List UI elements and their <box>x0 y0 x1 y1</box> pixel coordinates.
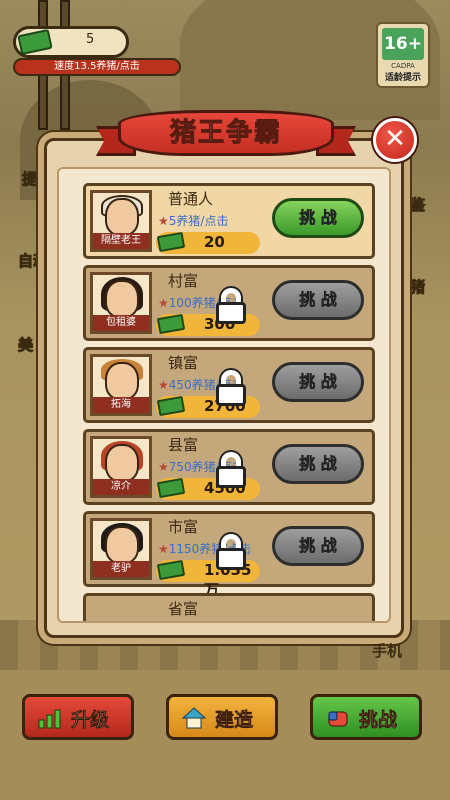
star-icon: ★ <box>158 378 169 392</box>
challenge-nav-label: 挑战 <box>359 709 398 732</box>
fist-icon <box>328 711 348 727</box>
side-button-peek[interactable]: 猪 <box>409 276 425 297</box>
rank-title: 村富 <box>168 272 199 290</box>
side-button-peek[interactable]: 美 <box>17 334 33 355</box>
age-rating: 16+ <box>382 28 424 60</box>
face <box>105 198 139 236</box>
face <box>105 526 139 564</box>
close-icon[interactable]: ✕ <box>373 118 417 162</box>
npc-name: 凉介 <box>93 479 149 495</box>
speed-indicator: 速度13.5养猪/点击 <box>13 58 181 76</box>
lock-icon <box>216 288 246 324</box>
rank-title: 镇富 <box>168 354 199 372</box>
house-icon <box>181 707 207 729</box>
cash-icon <box>156 477 186 499</box>
money-value: 5 <box>86 32 95 47</box>
chart-up-icon <box>38 709 61 729</box>
npc-portrait: 包租婆 <box>90 272 152 334</box>
star-icon: ★ <box>158 542 169 556</box>
npc-name: 隔壁老王 <box>93 233 149 249</box>
rank-row: 凉介 县富 ★750养猪/点击 4500 挑 战 <box>83 429 375 505</box>
lock-icon <box>216 452 246 488</box>
challenge-button[interactable]: 挑 战 <box>272 526 364 566</box>
rank-title: 普通人 <box>168 190 214 208</box>
side-label: 手机 <box>372 642 403 660</box>
cost-value: 20 <box>204 233 225 251</box>
rating-tip: 适龄提示 <box>384 73 421 83</box>
speed-text: 5养猪/点击 <box>168 214 229 228</box>
build-label: 建造 <box>215 709 254 732</box>
npc-name: 老驴 <box>93 561 149 577</box>
challenge-button[interactable]: 挑 战 <box>272 444 364 484</box>
npc-name: 拓海 <box>93 397 149 413</box>
rank-row: 包租婆 村富 ★100养猪/点击 300 挑 战 <box>83 265 375 341</box>
challenge-button[interactable]: 挑 战 <box>272 198 364 238</box>
face <box>105 444 139 482</box>
cash-icon <box>156 231 186 253</box>
rank-title: 省富 <box>168 600 199 618</box>
dialog-title: 猪王争霸 <box>118 110 334 156</box>
rank-title: 市富 <box>168 518 199 536</box>
side-button-peek[interactable]: 鉴 <box>409 194 425 215</box>
face <box>105 280 139 318</box>
face <box>105 362 139 400</box>
challenge-dialog: 隔壁老王 普通人 ★5养猪/点击 20 挑 战 包租婆 村富 ★100养猪/点击… <box>44 138 404 638</box>
title-ribbon: 猪王争霸 <box>96 104 356 164</box>
cash-icon <box>17 28 53 56</box>
star-icon: ★ <box>158 460 169 474</box>
challenge-nav-button[interactable]: 挑战 <box>310 694 422 740</box>
star-icon: ★ <box>158 214 169 228</box>
npc-portrait: 老驴 <box>90 518 152 580</box>
npc-portrait: 凉介 <box>90 436 152 498</box>
cash-icon <box>156 313 186 335</box>
npc-name: 包租婆 <box>93 315 149 331</box>
rank-row: 隔壁老王 普通人 ★5养猪/点击 20 挑 战 <box>83 183 375 259</box>
rank-row: 拓海 镇富 ★450养猪/点击 2700 挑 战 <box>83 347 375 423</box>
age-rating-badge[interactable]: 16+ CADPA 适龄提示 <box>376 22 430 88</box>
build-button[interactable]: 建造 <box>166 694 278 740</box>
rank-cost: 20 <box>156 231 260 254</box>
rank-speed: ★5养猪/点击 <box>158 212 228 229</box>
cash-icon <box>156 395 186 417</box>
money-counter: 5 <box>13 26 129 58</box>
lock-icon <box>216 534 246 570</box>
rank-row: 省富 <box>83 593 375 621</box>
npc-portrait: 隔壁老王 <box>90 190 152 252</box>
npc-portrait: 拓海 <box>90 354 152 416</box>
rank-row: 老驴 市富 ★1150养猪/点击 1.035万 挑 战 <box>83 511 375 599</box>
cash-icon <box>156 559 186 581</box>
rank-list[interactable]: 隔壁老王 普通人 ★5养猪/点击 20 挑 战 包租婆 村富 ★100养猪/点击… <box>57 167 391 623</box>
upgrade-label: 升级 <box>71 709 110 732</box>
star-icon: ★ <box>158 296 169 310</box>
side-button-peek[interactable]: 提 <box>21 168 37 189</box>
rank-title: 县富 <box>168 436 199 454</box>
upgrade-button[interactable]: 升级 <box>22 694 134 740</box>
rating-brand: CADPA <box>391 62 415 70</box>
challenge-button[interactable]: 挑 战 <box>272 280 364 320</box>
lock-icon <box>216 370 246 406</box>
challenge-button[interactable]: 挑 战 <box>272 362 364 402</box>
